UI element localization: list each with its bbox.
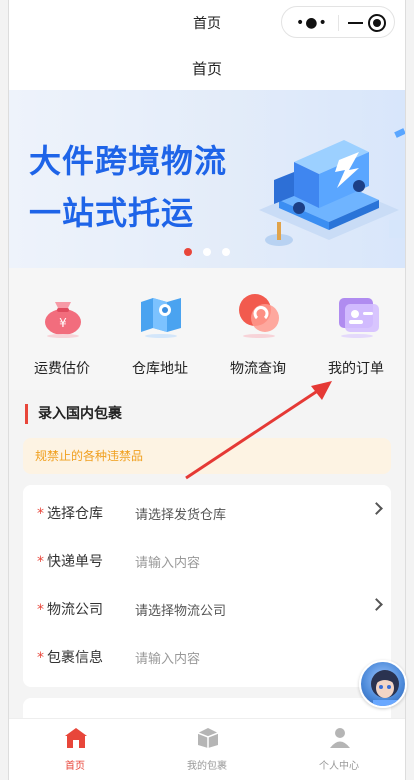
carousel-dot-2[interactable] [203, 248, 211, 256]
package-info-input[interactable]: 请输入内容 [135, 648, 200, 667]
package-form: * 选择仓库 请选择发货仓库 * 快递单号 请输入内容 * 物流公司 请选择物流公司 … [23, 485, 391, 687]
tab-label: 我的包裹 [187, 761, 227, 772]
menu-item-my-orders[interactable]: 我的订单 [311, 290, 401, 385]
menu-label: 运费估价 [34, 361, 90, 377]
carousel-dot-3[interactable] [222, 248, 230, 256]
tab-home[interactable]: 首页 [9, 719, 141, 780]
chevron-right-icon [370, 502, 383, 515]
field-label: * 包裹信息 [37, 647, 103, 667]
form-row-tracking-number[interactable]: * 快递单号 请输入内容 [23, 535, 391, 583]
package-icon [197, 728, 219, 748]
menu-label: 仓库地址 [132, 361, 188, 377]
more-dots-icon[interactable]: •●• [296, 15, 328, 31]
required-mark: * [37, 554, 44, 570]
target-close-icon[interactable] [368, 14, 386, 32]
capsule-divider [338, 15, 339, 31]
tab-label: 首页 [65, 761, 85, 772]
order-card-icon [339, 298, 379, 338]
tab-bar: 首页 我的包裹 个人中心 [9, 718, 405, 780]
tab-label: 个人中心 [319, 761, 359, 772]
map-icon [141, 298, 181, 338]
app-frame: 首页 •●• 首页 大件跨境物流 一站式托运 ¥ 运费估价 仓库地址 物流查询 … [8, 0, 407, 780]
money-bag-icon: ¥ [45, 302, 81, 338]
logistics-company-select[interactable]: 请选择物流公司 [135, 600, 226, 619]
section-title: 录入国内包裹 [25, 404, 122, 424]
nav-bar: 首页 [9, 44, 405, 90]
capsule-menu: •●• [281, 6, 395, 38]
minimize-icon[interactable] [346, 12, 366, 34]
banner-headline: 大件跨境物流 [29, 142, 228, 180]
banner-subheadline: 一站式托运 [29, 194, 195, 232]
banner-carousel[interactable]: 大件跨境物流 一站式托运 [9, 90, 405, 268]
required-mark: * [37, 650, 44, 666]
menu-item-logistics-query[interactable]: 物流查询 [213, 290, 303, 385]
svg-text:¥: ¥ [59, 316, 67, 330]
field-label-text: 快递单号 [47, 554, 103, 570]
menu-label: 我的订单 [328, 361, 384, 377]
form-row-warehouse[interactable]: * 选择仓库 请选择发货仓库 [23, 487, 391, 535]
field-label-text: 包裹信息 [47, 650, 103, 666]
field-label: * 物流公司 [37, 599, 103, 619]
tab-my-packages[interactable]: 我的包裹 [141, 719, 273, 780]
form-row-package-info[interactable]: * 包裹信息 请输入内容 [23, 631, 391, 679]
warehouse-select[interactable]: 请选择发货仓库 [135, 504, 226, 523]
form-row-logistics-company[interactable]: * 物流公司 请选择物流公司 [23, 583, 391, 631]
chevron-right-icon [370, 598, 383, 611]
user-icon [330, 728, 350, 748]
search-logistics-icon [239, 294, 279, 338]
required-mark: * [37, 506, 44, 522]
truck-illustration [259, 128, 405, 246]
assistant-avatar[interactable] [359, 660, 407, 708]
home-icon [65, 728, 87, 748]
field-label-text: 选择仓库 [47, 506, 103, 522]
field-label: * 快递单号 [37, 551, 103, 571]
menu-label: 物流查询 [230, 361, 286, 377]
field-label-text: 物流公司 [47, 602, 103, 618]
carousel-dot-1[interactable] [184, 248, 192, 256]
page-title: 首页 [191, 60, 222, 78]
tab-personal-center[interactable]: 个人中心 [273, 719, 405, 780]
menu-item-warehouse-address[interactable]: 仓库地址 [115, 290, 205, 385]
field-label: * 选择仓库 [37, 503, 103, 523]
system-bar: 首页 •●• [9, 0, 405, 44]
notice-banner: 规禁止的各种违禁品 [23, 438, 391, 474]
menu-item-freight-estimate[interactable]: ¥ 运费估价 [17, 290, 107, 385]
required-mark: * [37, 602, 44, 618]
assistant-face-icon [371, 670, 399, 706]
tracking-number-input[interactable]: 请输入内容 [135, 552, 200, 571]
quick-menu: ¥ 运费估价 仓库地址 物流查询 我的订单 [9, 268, 405, 390]
